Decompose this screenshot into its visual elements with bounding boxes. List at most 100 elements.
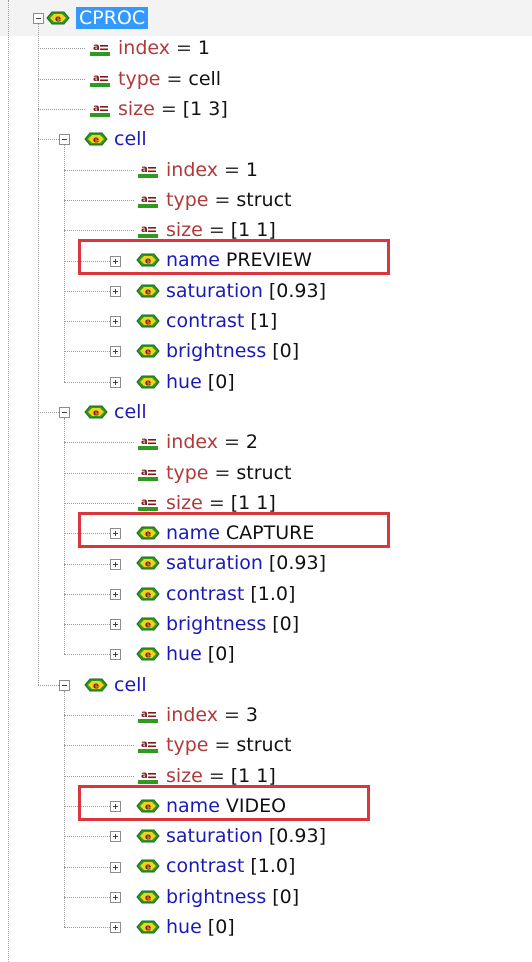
child-element-row[interactable]: e saturation [0.93] — [136, 276, 326, 306]
attribute-value: [1 1] — [230, 219, 276, 242]
attribute-operator: = — [223, 431, 240, 454]
attribute-value: struct — [236, 461, 292, 484]
tree-connector — [38, 79, 85, 80]
attribute-value: struct — [236, 188, 292, 211]
tree-guide-line — [8, 0, 9, 962]
element-name: hue — [166, 916, 202, 938]
tree-connector — [38, 685, 59, 686]
cell-element-row[interactable]: e cell — [84, 397, 147, 427]
attribute-row[interactable]: a index = 1 — [88, 33, 210, 63]
attribute-operator: = — [214, 188, 231, 211]
child-element-row[interactable]: e saturation [0.93] — [136, 548, 326, 578]
attribute-name: index — [118, 37, 170, 60]
svg-text:a: a — [141, 739, 148, 750]
attribute-name: index — [166, 431, 218, 454]
child-element-row[interactable]: e hue [0] — [136, 367, 235, 397]
element-name: hue — [166, 643, 202, 666]
expand-toggle[interactable] — [110, 649, 121, 660]
child-element-row[interactable]: e contrast [1.0] — [136, 851, 295, 881]
tree-connector — [64, 442, 134, 443]
tree-connector — [64, 200, 134, 201]
expand-toggle[interactable] — [110, 922, 121, 933]
attribute-row[interactable]: a type = struct — [136, 185, 291, 215]
attribute-name: size — [118, 97, 155, 120]
element-value: [0.93] — [268, 552, 327, 575]
element-name: saturation — [166, 825, 263, 848]
child-element-row[interactable]: e hue [0] — [136, 639, 235, 669]
tree-guide-line — [64, 418, 65, 654]
tree-connector — [64, 594, 110, 595]
tree-connector — [38, 109, 85, 110]
attribute-name: index — [166, 158, 218, 181]
highlight-box — [78, 512, 390, 549]
element-node-icon: e — [136, 282, 160, 300]
expand-toggle[interactable] — [110, 619, 121, 630]
attribute-name: index — [166, 703, 218, 726]
expand-toggle[interactable] — [110, 892, 121, 903]
cell-element-row[interactable]: e cell — [84, 670, 147, 700]
svg-text:a: a — [141, 467, 148, 478]
tree-guide-line — [38, 24, 39, 685]
attribute-row[interactable]: a type = struct — [136, 730, 291, 760]
expand-toggle[interactable] — [110, 286, 121, 297]
child-element-row[interactable]: e contrast [1] — [136, 306, 277, 336]
expand-toggle[interactable] — [110, 831, 121, 842]
element-name: contrast — [166, 855, 245, 878]
attribute-node-icon: a — [136, 221, 160, 239]
collapse-toggle[interactable] — [59, 407, 70, 418]
attribute-node-icon: a — [136, 433, 160, 451]
attribute-row[interactable]: a index = 1 — [136, 155, 258, 185]
expand-toggle[interactable] — [110, 316, 121, 327]
attribute-name: type — [166, 188, 209, 211]
attribute-operator: = — [208, 219, 225, 242]
element-name: saturation — [166, 279, 263, 302]
child-element-row[interactable]: e brightness [0] — [136, 336, 299, 366]
tree-connector — [64, 624, 110, 625]
svg-text:e: e — [145, 318, 151, 328]
svg-text:e: e — [145, 378, 151, 388]
svg-text:a: a — [93, 103, 100, 114]
attribute-node-icon: a — [88, 100, 112, 118]
expand-toggle[interactable] — [110, 589, 121, 600]
element-node-icon: e — [136, 857, 160, 875]
tree-connector — [64, 776, 134, 777]
element-name: hue — [166, 370, 202, 393]
child-element-row[interactable]: e brightness [0] — [136, 609, 299, 639]
cell-element-row[interactable]: e cell — [84, 124, 147, 154]
highlight-box — [78, 784, 370, 821]
collapse-toggle[interactable] — [59, 134, 70, 145]
attribute-row[interactable]: a index = 3 — [136, 700, 258, 730]
expand-toggle[interactable] — [110, 377, 121, 388]
child-element-row[interactable]: e hue [0] — [136, 912, 235, 942]
collapse-toggle[interactable] — [59, 680, 70, 691]
attribute-row[interactable]: a type = cell — [88, 64, 221, 94]
element-name: brightness — [166, 613, 267, 635]
tree-connector — [64, 291, 110, 292]
element-name: cell — [114, 400, 147, 423]
collapse-toggle[interactable] — [33, 13, 44, 24]
attribute-name: size — [166, 764, 203, 787]
tree-connector — [64, 503, 134, 504]
element-name: CPROC — [76, 7, 149, 29]
expand-toggle[interactable] — [110, 862, 121, 873]
expand-toggle[interactable] — [110, 559, 121, 570]
tree-connector — [64, 382, 110, 383]
expand-toggle[interactable] — [110, 346, 121, 357]
child-element-row[interactable]: e brightness [0] — [136, 882, 299, 912]
svg-text:e: e — [145, 833, 151, 843]
attribute-row[interactable]: a index = 2 — [136, 427, 258, 457]
attribute-row[interactable]: a type = struct — [136, 458, 291, 488]
child-element-row[interactable]: e saturation [0.93] — [136, 821, 326, 851]
element-node-icon: e — [84, 676, 108, 694]
tree-connector — [64, 715, 134, 716]
attribute-row[interactable]: a size = [1 3] — [88, 94, 228, 124]
element-node-icon: e — [46, 9, 70, 27]
child-element-row[interactable]: e contrast [1.0] — [136, 579, 295, 609]
svg-text:e: e — [145, 287, 151, 297]
root-element-row[interactable]: e CPROC — [46, 3, 149, 33]
svg-text:e: e — [145, 863, 151, 873]
attribute-node-icon: a — [136, 706, 160, 724]
element-value: [0.93] — [268, 825, 327, 848]
svg-text:a: a — [141, 770, 148, 781]
element-name: cell — [114, 673, 147, 696]
